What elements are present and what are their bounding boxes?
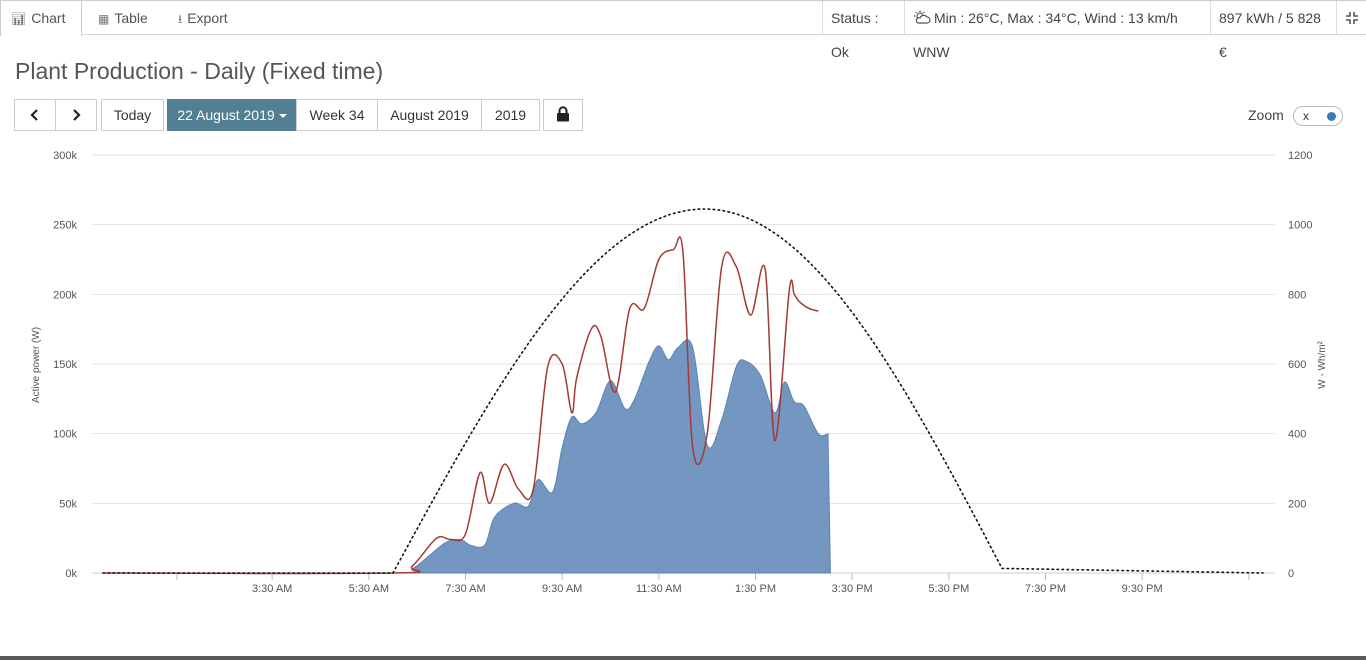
tab-export[interactable]: ⭳ Export (168, 1, 250, 35)
x-tick-label: 7:30 PM (1025, 583, 1066, 595)
zoom-label: Zoom (1248, 107, 1284, 123)
cloud-sun-icon (914, 10, 931, 24)
production-chart: 300k 250k 200k 150k 100k 50k 0k 1200 1000 800 600… (31, 150, 1328, 595)
prev-button[interactable] (14, 99, 56, 131)
status-badge: Status : Ok (822, 1, 904, 60)
y-tick-label: 150k (53, 359, 77, 371)
y-tick-label: 100k (53, 429, 77, 441)
y2-tick-label: 200 (1288, 498, 1306, 510)
year-button[interactable]: 2019 (481, 99, 540, 131)
next-button[interactable] (55, 99, 97, 131)
weather-info: Min : 26°C, Max : 34°C, Wind : 13 km/h W… (904, 1, 1210, 60)
zoom-value: x (1303, 109, 1309, 123)
active-power-area (102, 339, 831, 574)
x-tick-label: 11:30 AM (636, 583, 682, 595)
x-tick-label: 5:30 AM (349, 583, 389, 595)
chart-series (102, 208, 1264, 575)
top-toolbar: 📊︎ Chart ▦ Table ⭳ Export Status : Ok Min :… (0, 0, 1366, 60)
tab-export-label: Export (187, 10, 228, 26)
y-tick-label: 250k (53, 220, 77, 232)
x-tick-label: 7:30 AM (445, 583, 485, 595)
y-tick-label: 200k (53, 289, 77, 301)
tab-chart-label: Chart (31, 10, 66, 26)
weather-text: Min : 26°C, Max : 34°C, Wind : 13 km/h W… (913, 10, 1178, 60)
lock-button[interactable] (543, 99, 583, 131)
y-axis-label: Active power (W) (31, 327, 42, 403)
y2-tick-label: 0 (1288, 568, 1294, 580)
month-button[interactable]: August 2019 (377, 99, 482, 131)
y-axis-left: 300k 250k 200k 150k 100k 50k 0k (53, 150, 77, 580)
tab-table-label: Table (114, 10, 148, 26)
y-axis-right: 1200 1000 800 600 400 200 0 (1288, 150, 1312, 580)
energy-summary: 897 kWh / 5 828 € (1210, 1, 1336, 60)
date-label: 22 August 2019 (177, 107, 275, 123)
x-tick-label: 9:30 PM (1122, 583, 1163, 595)
toggle-knob (1327, 112, 1336, 121)
chevron-right-icon (73, 109, 81, 121)
page-title: Plant Production - Daily (Fixed time) (15, 58, 384, 84)
chevron-left-icon (30, 109, 38, 121)
y2-tick-label: 400 (1288, 429, 1306, 441)
y2-axis-label: W - Wh/m² (1317, 340, 1328, 388)
y2-tick-label: 1200 (1288, 150, 1312, 162)
date-picker-button[interactable]: 22 August 2019 (167, 99, 297, 131)
y-tick-label: 0k (65, 568, 77, 580)
y2-tick-label: 600 (1288, 359, 1306, 371)
today-button[interactable]: Today (101, 99, 164, 131)
tab-chart[interactable]: 📊︎ Chart (0, 1, 82, 36)
y2-tick-label: 800 (1288, 289, 1306, 301)
bar-chart-icon: 📊︎ (11, 12, 27, 26)
week-button[interactable]: Week 34 (296, 99, 378, 131)
y2-tick-label: 1000 (1288, 220, 1312, 232)
table-icon: ▦ (98, 12, 110, 26)
x-axis: 3:30 AM 5:30 AM 7:30 AM 9:30 AM 11:30 AM 1:30… (176, 573, 1250, 595)
collapse-button[interactable] (1336, 1, 1366, 35)
zoom-toggle[interactable]: x (1293, 106, 1343, 126)
x-tick-label: 1:30 PM (735, 583, 776, 595)
status-text: Status : Ok (831, 10, 879, 60)
y-tick-label: 300k (53, 150, 77, 162)
x-tick-label: 5:30 PM (928, 583, 969, 595)
x-tick-label: 9:30 AM (542, 583, 582, 595)
lock-icon (557, 106, 569, 122)
caret-down-icon (278, 114, 287, 119)
compress-icon (1345, 12, 1358, 24)
bottom-bar (0, 656, 1366, 660)
x-tick-label: 3:30 AM (252, 583, 292, 595)
download-icon: ⭳ (178, 12, 183, 26)
energy-text: 897 kWh / 5 828 € (1219, 10, 1321, 60)
x-tick-label: 3:30 PM (832, 583, 873, 595)
y-tick-label: 50k (59, 498, 77, 510)
tab-table[interactable]: ▦ Table (88, 1, 166, 35)
